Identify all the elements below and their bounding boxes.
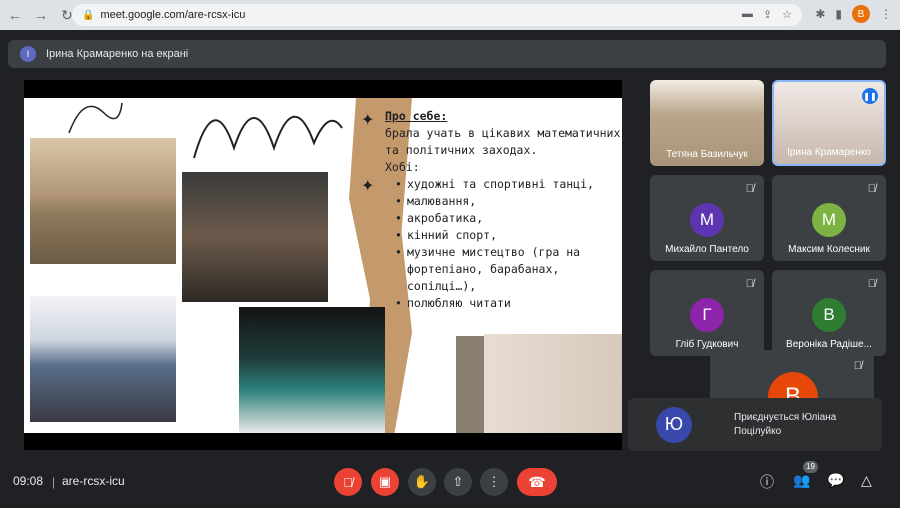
meeting-code: are-rcsx-icu [62,474,125,488]
participant-tile[interactable]: Тетяна Базильчук [650,80,764,166]
chat-icon[interactable]: 💬 [827,472,844,489]
meeting-controls: 09:08 | are-rcsx-icu 🎙̸ ▣ ✋ ⇧ ⋮ ☎ ⓘ 👥 19… [0,458,900,508]
camera-icon[interactable]: ▬ [742,8,753,21]
participant-tile[interactable]: 🎙̸ М Михайло Пантело [650,175,764,261]
slide-heading: Про себе: [385,109,448,123]
photo-majorettes [239,307,385,433]
participant-name: Ірина Крамаренко [787,147,871,158]
more-vert-icon: ⋮ [487,474,501,489]
lock-icon: 🔒 [82,9,95,21]
hobby-label: Хобі: [385,160,420,174]
presentation-stage: ✦ ✦ Про себе: брала учать в цікавих мате… [24,80,622,450]
present-button[interactable]: ⇧ [444,468,472,496]
speaking-indicator-icon: ❚❚ [862,88,878,104]
avatar: В [812,298,846,332]
mic-muted-icon: 🎙̸ [867,278,876,290]
join-text: Приєднується Юліана Поцілуйко [734,411,837,437]
address-bar[interactable]: 🔒 meet.google.com/are-rcsx-icu ▬ ⇪ ☆ [72,4,802,26]
hobby-list: художні та спортивні танці, малювання, а… [395,176,621,312]
hand-icon: ✋ [413,474,431,489]
mic-off-icon: 🎙̸ [343,474,353,490]
avatar: Ю [656,406,692,443]
photo-group [30,296,176,422]
slide-text: Про себе: брала учать в цікавих математи… [385,108,621,312]
participant-count-badge: 19 [803,461,818,473]
slide: ✦ ✦ Про себе: брала учать в цікавих мате… [24,98,622,433]
mic-muted-icon: 🎙̸ [853,360,862,372]
people-icon[interactable]: 👥 [793,472,810,489]
activities-icon[interactable]: △ [861,472,872,489]
list-item: акробатика, [395,210,621,227]
loop-decoration [68,102,123,134]
mic-muted-icon: 🎙̸ [745,183,754,195]
participant-name: Тетяна Базильчук [666,149,748,160]
back-icon[interactable]: ← [4,4,26,26]
camera-off-icon: ▣ [378,474,392,489]
list-item: кінний спорт, [395,227,621,244]
share-icon[interactable]: ⇪ [763,8,772,21]
presenting-banner: І Ірина Крамаренко на екрані [8,40,886,68]
avatar: М [690,203,724,237]
url-text: meet.google.com/are-rcsx-icu [100,9,246,21]
raise-hand-button[interactable]: ✋ [408,468,436,496]
presenter-avatar: І [20,46,36,62]
list-item: полюбляю читати [395,295,621,312]
avatar: Г [690,298,724,332]
info-icon[interactable]: ⓘ [760,472,774,492]
photo-yoga [484,334,622,433]
participant-name: Максим Колесник [788,244,870,255]
list-item: музичне мистецтво (гра на фортепіано, ба… [395,244,621,295]
join-notification: Ю Приєднується Юліана Поцілуйко [628,398,882,451]
forward-icon[interactable]: → [30,4,52,26]
star-icon: ✦ [361,112,375,129]
mic-toggle-button[interactable]: 🎙̸ [334,468,362,496]
meeting-time: 09:08 [13,474,44,488]
participant-name: Гліб Гудкович [675,339,739,350]
side-panel-icon[interactable]: ▮ [835,7,842,21]
scribble-decoration [193,115,343,159]
camera-toggle-button[interactable]: ▣ [371,468,399,496]
more-options-button[interactable]: ⋮ [480,468,508,496]
mic-muted-icon: 🎙̸ [745,278,754,290]
bookmark-star-icon[interactable]: ☆ [782,8,792,21]
avatar: М [812,203,846,237]
participant-tile[interactable]: 🎙̸ Г Гліб Гудкович [650,270,764,356]
participant-tile[interactable]: ❚❚ Ірина Крамаренко [772,80,886,166]
participant-tile[interactable]: 🎙̸ В Вероніка Радіше... [772,270,886,356]
participant-name: Вероніка Радіше... [786,339,872,350]
separator: | [52,475,56,489]
list-item: малювання, [395,193,621,210]
slide-intro: брала учать в цікавих математичних та по… [385,126,621,157]
photo-horse-riding [30,138,176,264]
extensions-icon[interactable]: ✱ [815,7,825,21]
presenting-text: Ірина Крамаренко на екрані [46,48,189,60]
star-icon: ✦ [361,178,375,195]
photo-conference [182,172,328,302]
leave-call-button[interactable]: ☎ [517,468,557,496]
participant-name: Михайло Пантело [665,244,749,255]
profile-avatar[interactable]: В [852,5,870,23]
mic-muted-icon: 🎙̸ [867,183,876,195]
browser-toolbar: ← → ↻ 🔒 meet.google.com/are-rcsx-icu ▬ ⇪… [0,0,900,30]
list-item: художні та спортивні танці, [395,176,621,193]
participant-tile[interactable]: 🎙̸ М Максим Колесник [772,175,886,261]
chrome-menu-icon[interactable]: ⋮ [880,7,892,21]
hang-up-icon: ☎ [528,473,546,490]
present-screen-icon: ⇧ [452,474,464,489]
